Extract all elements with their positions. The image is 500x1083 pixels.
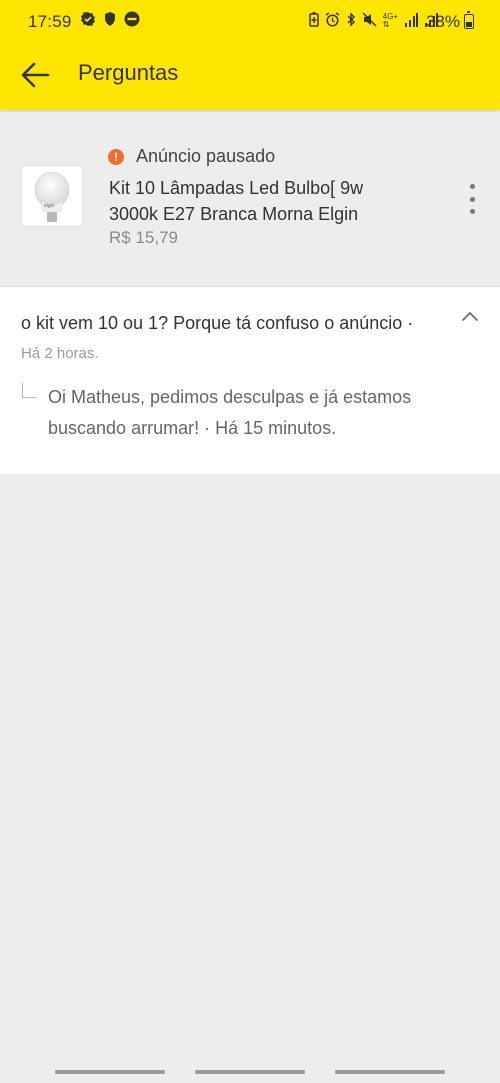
brand-logo: Elgin [44,203,55,208]
arrow-left-icon [21,62,50,88]
battery-saver-icon [308,12,319,29]
answer-text: Oi Matheus, pedimos desculpas e já estam… [48,387,412,438]
back-button[interactable] [18,56,56,94]
bluetooth-icon [346,12,356,29]
question-timestamp: Há 2 horas. [21,345,99,362]
status-time: 17:59 [28,12,72,31]
product-card[interactable]: Elgin ! Anúncio pausado Kit 10 Lâmpadas … [0,112,500,287]
nav-home-handle[interactable] [195,1070,305,1074]
4g-icon: 4G+ ⇅ [382,11,398,29]
app-bar: Perguntas [0,40,500,110]
reply-indicator-icon [22,383,37,398]
do-not-disturb-icon [124,11,140,29]
system-nav-bar [0,1055,500,1083]
more-vert-icon [469,184,475,189]
battery-icon [464,11,474,29]
battery-percent: 38% [425,12,460,31]
listing-status: Anúncio pausado [136,146,276,166]
signal-icon [404,12,418,29]
product-thumbnail: Elgin [21,165,83,227]
question-text: o kit vem 10 ou 1? Porque tá confuso o a… [21,313,414,333]
verified-icon [80,11,96,29]
collapse-button[interactable] [460,309,480,323]
chevron-up-icon [462,311,478,321]
more-options-button[interactable] [462,184,482,214]
light-bulb-image: Elgin [34,171,70,222]
mute-icon [362,12,377,29]
status-bar: 17:59 4G+ ⇅ 38% [0,0,500,40]
page-title: Perguntas [78,60,179,85]
alarm-icon [325,12,340,29]
nav-recents-handle[interactable] [55,1070,165,1074]
product-title: Kit 10 Lâmpadas Led Bulbo[ 9w 3000k E27 … [109,178,364,224]
shield-icon [103,11,117,29]
question-card: o kit vem 10 ou 1? Porque tá confuso o a… [0,287,500,474]
nav-back-handle[interactable] [335,1070,445,1074]
warning-icon: ! [108,148,124,165]
product-price: R$ 15,79 [109,228,178,247]
